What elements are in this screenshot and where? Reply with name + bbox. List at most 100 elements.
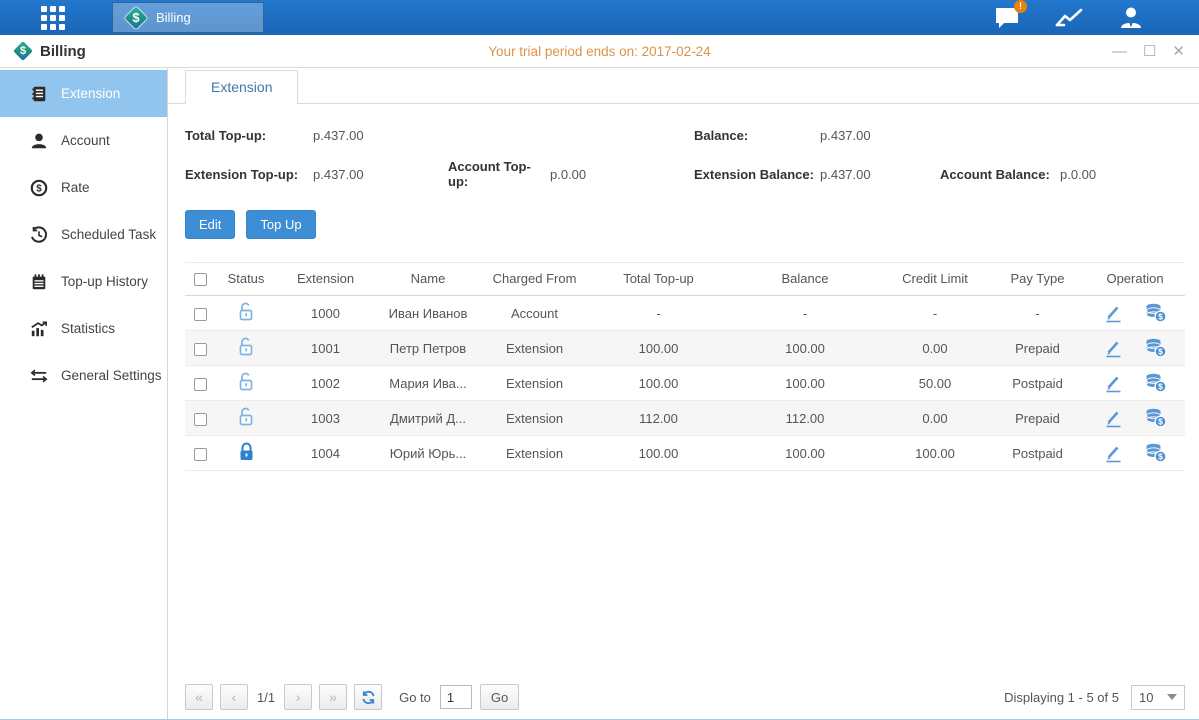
next-page-button[interactable]: › <box>284 684 312 710</box>
account-topup-value: p.0.00 <box>550 167 694 182</box>
edit-pencil-icon[interactable] <box>1104 374 1123 393</box>
row-checkbox[interactable] <box>194 343 207 356</box>
top-bar: $ Billing ! <box>0 0 1199 35</box>
balance-cell: - <box>730 296 880 331</box>
edit-pencil-icon[interactable] <box>1104 409 1123 428</box>
svg-text:$: $ <box>36 183 42 194</box>
total-topup-cell: 100.00 <box>587 436 730 471</box>
column-header-extension: Extension <box>277 263 374 296</box>
pagination-bar: « ‹ 1/1 › » Go to Go Displaying <box>185 684 1185 710</box>
billing-dollar-icon: $ <box>125 7 147 29</box>
billing-title-icon: $ <box>14 42 32 60</box>
top-up-button[interactable]: Top Up <box>246 210 315 239</box>
sliders-icon <box>30 367 48 385</box>
balance-cell: 100.00 <box>730 331 880 366</box>
name-cell: Мария Ива... <box>374 366 482 401</box>
edit-button[interactable]: Edit <box>185 210 235 239</box>
column-header-status: Status <box>215 263 277 296</box>
sidebar-item-label: Account <box>61 133 110 148</box>
total-topup-label: Total Top-up: <box>185 128 313 143</box>
page-size-select[interactable]: 10 <box>1131 685 1185 710</box>
charged-from-cell: Extension <box>482 366 587 401</box>
edit-pencil-icon[interactable] <box>1104 444 1123 463</box>
topbar-tab-label: Billing <box>156 10 191 25</box>
pay-type-cell: Postpaid <box>990 436 1085 471</box>
edit-pencil-icon[interactable] <box>1104 339 1123 358</box>
account-balance-label: Account Balance: <box>940 167 1060 182</box>
total-topup-value: p.437.00 <box>313 128 448 143</box>
pay-type-cell: Postpaid <box>990 366 1085 401</box>
displaying-count: Displaying 1 - 5 of 5 <box>1004 690 1119 705</box>
topup-coins-icon[interactable]: $ <box>1145 338 1167 358</box>
extension-cell: 1004 <box>277 436 374 471</box>
column-header-name: Name <box>374 263 482 296</box>
title-bar: $ Billing Your trial period ends on: 201… <box>0 35 1199 68</box>
maximize-button[interactable]: ☐ <box>1143 44 1156 59</box>
sidebar-item-general-settings[interactable]: General Settings <box>0 352 167 399</box>
topbar-tab-billing[interactable]: $ Billing <box>112 2 264 33</box>
go-button[interactable]: Go <box>480 684 519 710</box>
rate-icon: $ <box>30 179 48 197</box>
unlocked-icon <box>237 301 256 322</box>
credit-limit-cell: 0.00 <box>880 401 990 436</box>
main-content: Extension Total Top-up: p.437.00 Balance… <box>168 68 1199 719</box>
balance-cell: 112.00 <box>730 401 880 436</box>
minimize-button[interactable]: — <box>1112 44 1127 59</box>
notification-badge: ! <box>1014 0 1027 13</box>
row-checkbox[interactable] <box>194 378 207 391</box>
tab-extension[interactable]: Extension <box>185 70 298 104</box>
balance-summary: Total Top-up: p.437.00 Balance: p.437.00… <box>185 128 1182 189</box>
messages-icon[interactable]: ! <box>991 5 1023 31</box>
extension-balance-value: p.437.00 <box>820 167 940 182</box>
pay-type-cell: Prepaid <box>990 401 1085 436</box>
topup-coins-icon[interactable]: $ <box>1145 408 1167 428</box>
table-row: 1004Юрий Юрь...Extension100.00100.00100.… <box>185 436 1185 471</box>
page-size-value: 10 <box>1139 690 1153 705</box>
prev-page-button[interactable]: ‹ <box>220 684 248 710</box>
goto-page-input[interactable] <box>440 685 472 709</box>
edit-pencil-icon[interactable] <box>1104 304 1123 323</box>
history-clock-icon <box>30 226 48 244</box>
row-checkbox[interactable] <box>194 308 207 321</box>
unlocked-icon <box>237 371 256 392</box>
sidebar-item-label: Rate <box>61 180 90 195</box>
notebook-icon <box>30 273 48 291</box>
total-topup-cell: 112.00 <box>587 401 730 436</box>
pay-type-cell: - <box>990 296 1085 331</box>
topup-coins-icon[interactable]: $ <box>1145 373 1167 393</box>
balance-label: Balance: <box>694 128 820 143</box>
charged-from-cell: Extension <box>482 436 587 471</box>
apps-grid-icon[interactable] <box>36 0 70 35</box>
last-page-button[interactable]: » <box>319 684 347 710</box>
refresh-button[interactable] <box>354 684 382 710</box>
account-balance-value: p.0.00 <box>1060 167 1182 182</box>
name-cell: Юрий Юрь... <box>374 436 482 471</box>
user-account-icon[interactable] <box>1115 5 1147 31</box>
sidebar-item-extension[interactable]: Extension <box>0 70 167 117</box>
total-topup-cell: 100.00 <box>587 331 730 366</box>
row-checkbox[interactable] <box>194 413 207 426</box>
sidebar-item-scheduled-task[interactable]: Scheduled Task <box>0 211 167 258</box>
table-row: 1002Мария Ива...Extension100.00100.0050.… <box>185 366 1185 401</box>
sidebar-item-label: Extension <box>61 86 120 101</box>
row-checkbox[interactable] <box>194 448 207 461</box>
extension-cell: 1003 <box>277 401 374 436</box>
table-row: 1003Дмитрий Д...Extension112.00112.000.0… <box>185 401 1185 436</box>
sidebar-item-statistics[interactable]: Statistics <box>0 305 167 352</box>
goto-label: Go to <box>399 690 431 705</box>
select-all-checkbox[interactable] <box>194 273 207 286</box>
first-page-button[interactable]: « <box>185 684 213 710</box>
statistics-chart-icon[interactable] <box>1053 5 1085 31</box>
window-title: Billing <box>40 43 86 60</box>
column-header-pay-type: Pay Type <box>990 263 1085 296</box>
sidebar-item-rate[interactable]: $ Rate <box>0 164 167 211</box>
sidebar-item-label: Top-up History <box>61 274 148 289</box>
charged-from-cell: Account <box>482 296 587 331</box>
sidebar-item-account[interactable]: Account <box>0 117 167 164</box>
close-button[interactable]: ✕ <box>1172 44 1185 59</box>
topup-coins-icon[interactable]: $ <box>1145 443 1167 463</box>
column-header-balance: Balance <box>730 263 880 296</box>
topup-coins-icon[interactable]: $ <box>1145 303 1167 323</box>
sidebar-item-top-up-history[interactable]: Top-up History <box>0 258 167 305</box>
ledger-icon <box>30 85 48 103</box>
